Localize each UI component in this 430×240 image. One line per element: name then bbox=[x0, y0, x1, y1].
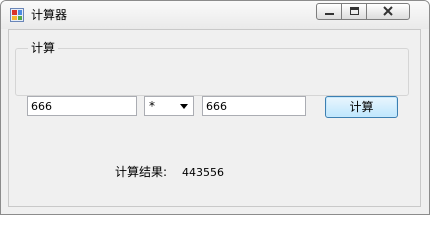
restore-button[interactable] bbox=[341, 3, 367, 20]
calculate-groupbox: 计算 bbox=[15, 40, 409, 96]
close-icon bbox=[383, 6, 393, 16]
restore-icon bbox=[350, 7, 359, 15]
calculator-app-icon bbox=[10, 8, 24, 22]
result-value: 443556 bbox=[182, 166, 224, 179]
operand1-input[interactable] bbox=[27, 96, 137, 116]
operator-selected-value: * bbox=[149, 99, 155, 113]
close-button[interactable] bbox=[366, 3, 410, 20]
minimize-button[interactable] bbox=[316, 3, 342, 20]
calculate-button[interactable]: 计算 bbox=[325, 96, 398, 118]
window-title: 计算器 bbox=[31, 8, 68, 22]
groupbox-label: 计算 bbox=[28, 40, 59, 56]
result-label: 计算结果: bbox=[115, 165, 168, 179]
title-bar[interactable]: 计算器 bbox=[1, 1, 429, 29]
operator-dropdown[interactable]: * bbox=[144, 96, 194, 116]
calculator-window: 计算器 计算 * 计算 计算结果: 443556 bbox=[0, 0, 430, 215]
operand2-input[interactable] bbox=[202, 96, 306, 116]
minimize-icon bbox=[325, 13, 334, 15]
chevron-down-icon[interactable] bbox=[177, 99, 191, 113]
